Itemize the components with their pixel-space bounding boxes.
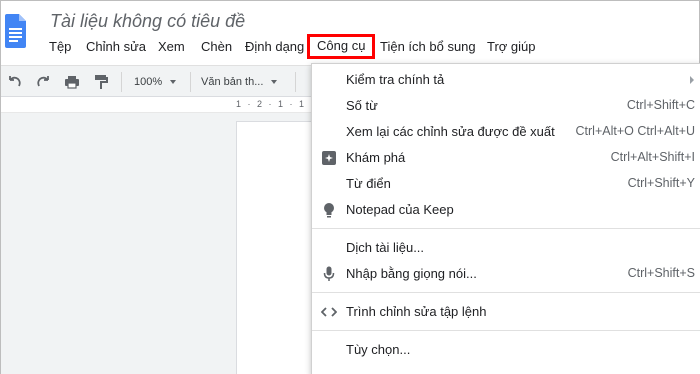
toolbar-divider	[121, 72, 122, 92]
menu-item-voice-typing[interactable]: Nhập bằng giọng nói... Ctrl+Shift+S	[312, 261, 700, 287]
menu-format[interactable]: Định dạng	[245, 35, 304, 59]
menu-item-label: Số từ	[346, 98, 378, 113]
style-value: Văn bản th...	[201, 76, 264, 88]
menu-item-shortcut: Ctrl+Alt+Shift+I	[610, 150, 695, 164]
menu-item-label: Kiểm tra chính tả	[346, 72, 445, 87]
menu-item-shortcut: Ctrl+Shift+S	[627, 266, 695, 280]
menu-item-label: Tùy chọn...	[346, 342, 411, 357]
menu-item-label: Dịch tài liệu...	[346, 240, 425, 255]
toolbar-divider	[190, 72, 191, 92]
ruler-marks: 1 · 2 · 1 · 1	[236, 99, 307, 109]
menu-item-dictionary[interactable]: Từ điển Ctrl+Shift+Y	[312, 171, 700, 197]
menu-item-preferences[interactable]: Tùy chọn...	[312, 337, 700, 363]
menu-addons[interactable]: Tiện ích bổ sung	[380, 35, 476, 59]
menu-bar: Tệp Chỉnh sửa Xem Chèn Định dạng Công cụ…	[1, 34, 700, 59]
tools-menu: Kiểm tra chính tả Số từ Ctrl+Shift+C Xem…	[311, 63, 700, 374]
menu-item-translate-document[interactable]: Dịch tài liệu...	[312, 235, 700, 261]
chevron-down-icon	[170, 80, 177, 85]
zoom-value: 100%	[134, 76, 163, 88]
menu-divider	[312, 330, 700, 331]
menu-edit[interactable]: Chỉnh sửa	[86, 35, 146, 59]
menu-item-label: Notepad của Keep	[346, 202, 454, 217]
lightbulb-icon	[321, 202, 337, 218]
zoom-select[interactable]: 100%	[134, 73, 177, 91]
menu-divider	[312, 292, 700, 293]
menu-file[interactable]: Tệp	[49, 35, 71, 59]
explore-icon	[321, 150, 337, 166]
menu-item-label: Từ điển	[346, 176, 391, 191]
menu-item-shortcut: Ctrl+Alt+O Ctrl+Alt+U	[575, 124, 695, 138]
menu-item-script-editor[interactable]: Trình chỉnh sửa tập lệnh	[312, 299, 700, 325]
menu-view[interactable]: Xem	[158, 35, 185, 59]
undo-icon[interactable]	[5, 72, 25, 92]
menu-item-word-count[interactable]: Số từ Ctrl+Shift+C	[312, 93, 700, 119]
menu-item-shortcut: Ctrl+Shift+C	[626, 98, 695, 112]
menu-item-review-suggested-edits[interactable]: Xem lại các chỉnh sửa được đề xuất Ctrl+…	[312, 119, 700, 145]
menu-item-keep-notepad[interactable]: Notepad của Keep	[312, 197, 700, 223]
menu-item-spellcheck[interactable]: Kiểm tra chính tả	[312, 67, 700, 93]
toolbar-divider	[295, 72, 296, 92]
menu-divider	[312, 228, 700, 229]
menu-help[interactable]: Trợ giúp	[487, 35, 536, 59]
document-title[interactable]: Tài liệu không có tiêu đề	[50, 11, 245, 32]
window-frame: Tài liệu không có tiêu đề Tệp Chỉnh sửa …	[0, 0, 700, 374]
style-select[interactable]: Văn bản th...	[201, 73, 278, 91]
menu-item-label: Trình chỉnh sửa tập lệnh	[346, 304, 487, 319]
menu-item-label: Nhập bằng giọng nói...	[346, 266, 477, 281]
chevron-down-icon	[271, 80, 278, 85]
print-icon[interactable]	[62, 72, 82, 92]
microphone-icon	[321, 266, 337, 282]
menu-item-explore[interactable]: Khám phá Ctrl+Alt+Shift+I	[312, 145, 700, 171]
menu-item-label: Xem lại các chỉnh sửa được đề xuất	[346, 124, 555, 139]
menu-item-label: Khám phá	[346, 150, 406, 165]
menu-insert[interactable]: Chèn	[201, 35, 232, 59]
paint-format-icon[interactable]	[91, 72, 111, 92]
code-icon	[321, 304, 337, 320]
menu-tools[interactable]: Công cụ	[307, 34, 376, 59]
redo-icon[interactable]	[33, 72, 53, 92]
menu-item-shortcut: Ctrl+Shift+Y	[627, 176, 695, 190]
submenu-arrow-icon	[690, 76, 694, 84]
